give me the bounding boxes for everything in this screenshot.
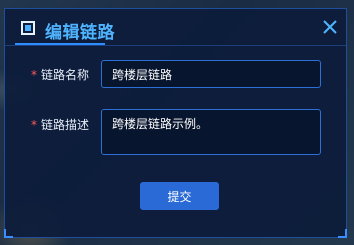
edit-link-dialog: 编辑链路 *链路名称 *链路描述 跨楼层链路示例。 提交 [4,8,347,238]
submit-button[interactable]: 提交 [140,182,219,210]
dialog-header: 编辑链路 [5,9,346,46]
corner-decoration [4,229,13,238]
link-name-input[interactable] [101,60,321,88]
required-mark: * [31,118,37,132]
close-icon[interactable] [322,19,338,35]
title-underline [15,43,105,45]
required-mark: * [31,68,37,82]
corner-decoration [338,229,347,238]
dialog-title: 编辑链路 [45,23,115,43]
title-square-icon [21,21,35,35]
link-description-label: * 链路描述 [31,118,90,132]
link-name-label: * 链路名称 [31,68,90,82]
link-description-input[interactable]: 跨楼层链路示例。 [101,109,321,155]
